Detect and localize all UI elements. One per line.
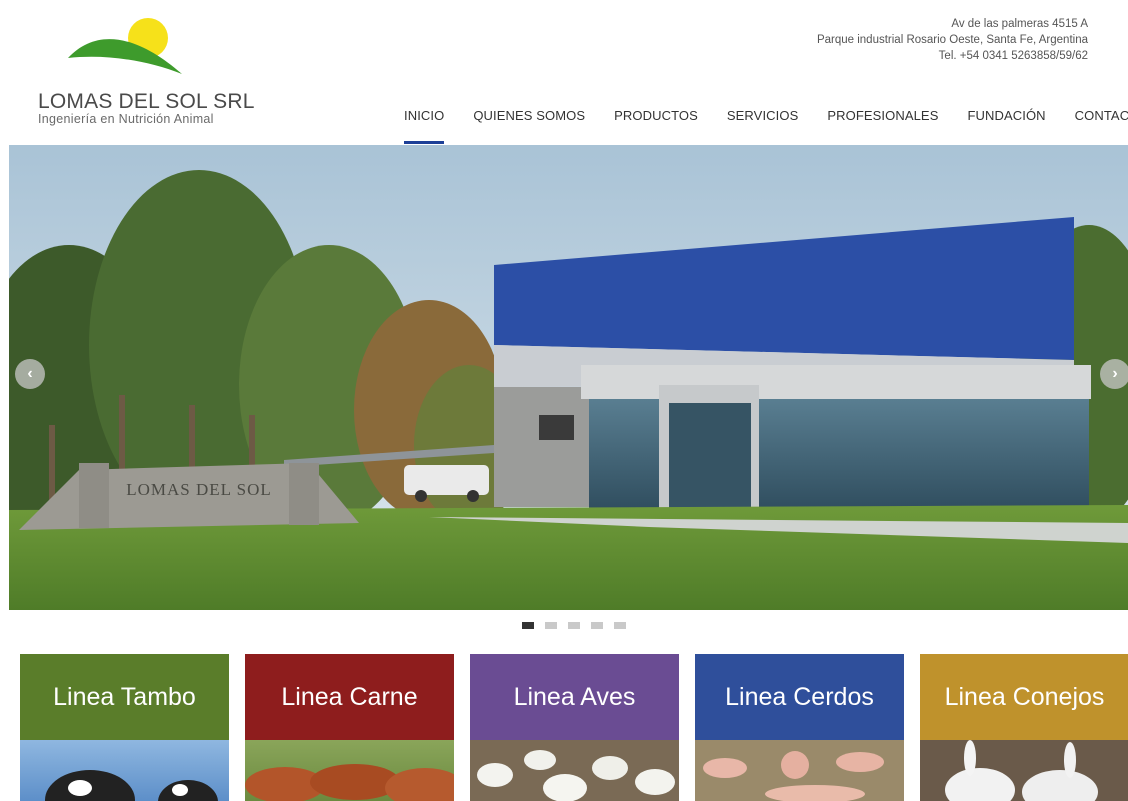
product-line-aves[interactable]: Linea Aves [470, 654, 679, 801]
next-slide-button[interactable]: › [1100, 359, 1128, 389]
contact-phone: Tel. +54 0341 5263858/59/62 [938, 50, 1088, 62]
product-line-image [245, 740, 454, 801]
product-line-title: Linea Aves [470, 654, 679, 740]
product-line-image [470, 740, 679, 801]
nav-item-inicio[interactable]: INICIO [404, 105, 445, 145]
product-line-title: Linea Conejos [920, 654, 1128, 740]
brand-logo[interactable]: LOMAS DEL SOL SRL Ingeniería en Nutrició… [38, 14, 254, 130]
nav-item-productos[interactable]: PRODUCTOS [614, 105, 698, 145]
product-line-image [695, 740, 904, 801]
product-lines: Linea Tambo Linea Carne Linea Aves Linea… [20, 654, 1128, 801]
product-line-title: Linea Tambo [20, 654, 229, 740]
slider-dot-3[interactable] [568, 622, 580, 629]
nav-item-fundacion[interactable]: FUNDACIÓN [967, 105, 1045, 145]
nav-item-servicios[interactable]: SERVICIOS [727, 105, 798, 145]
contact-address: Av de las palmeras 4515 A [951, 18, 1088, 30]
brand-subtitle: Ingeniería en Nutrición Animal [38, 112, 214, 126]
site-header: LOMAS DEL SOL SRL Ingeniería en Nutrició… [0, 0, 1128, 145]
slider-dot-1[interactable] [522, 622, 534, 629]
slider-dot-2[interactable] [545, 622, 557, 629]
sun-hill-logo-icon [68, 18, 182, 74]
contact-info: Av de las palmeras 4515 A Parque industr… [817, 16, 1088, 64]
nav-item-profesionales[interactable]: PROFESIONALES [827, 105, 938, 145]
chevron-left-icon: ‹ [27, 365, 33, 382]
product-line-title: Linea Carne [245, 654, 454, 740]
prev-slide-button[interactable]: ‹ [15, 359, 45, 389]
product-line-image [920, 740, 1128, 801]
product-line-conejos[interactable]: Linea Conejos [920, 654, 1128, 801]
hero-image: LOMAS DEL SOL [9, 145, 1128, 610]
product-line-carne[interactable]: Linea Carne [245, 654, 454, 801]
product-line-cerdos[interactable]: Linea Cerdos [695, 654, 904, 801]
contact-location: Parque industrial Rosario Oeste, Santa F… [816, 34, 1088, 46]
chevron-right-icon: › [1112, 365, 1118, 382]
nav-item-contacto[interactable]: CONTACTO [1075, 105, 1128, 145]
nav-item-quienes-somos[interactable]: QUIENES SOMOS [473, 105, 585, 145]
hero-sign-text: LOMAS DEL SOL [126, 480, 272, 499]
brand-title: LOMAS DEL SOL SRL [38, 90, 255, 113]
slider-pagination [522, 622, 637, 629]
product-line-tambo[interactable]: Linea Tambo [20, 654, 229, 801]
main-nav: INICIO QUIENES SOMOS PRODUCTOS SERVICIOS… [404, 105, 1128, 145]
slider-dot-4[interactable] [591, 622, 603, 629]
product-line-title: Linea Cerdos [695, 654, 904, 740]
product-line-image [20, 740, 229, 801]
hero-slider[interactable]: LOMAS DEL SOL ‹ › [9, 145, 1128, 610]
slider-dot-5[interactable] [614, 622, 626, 629]
